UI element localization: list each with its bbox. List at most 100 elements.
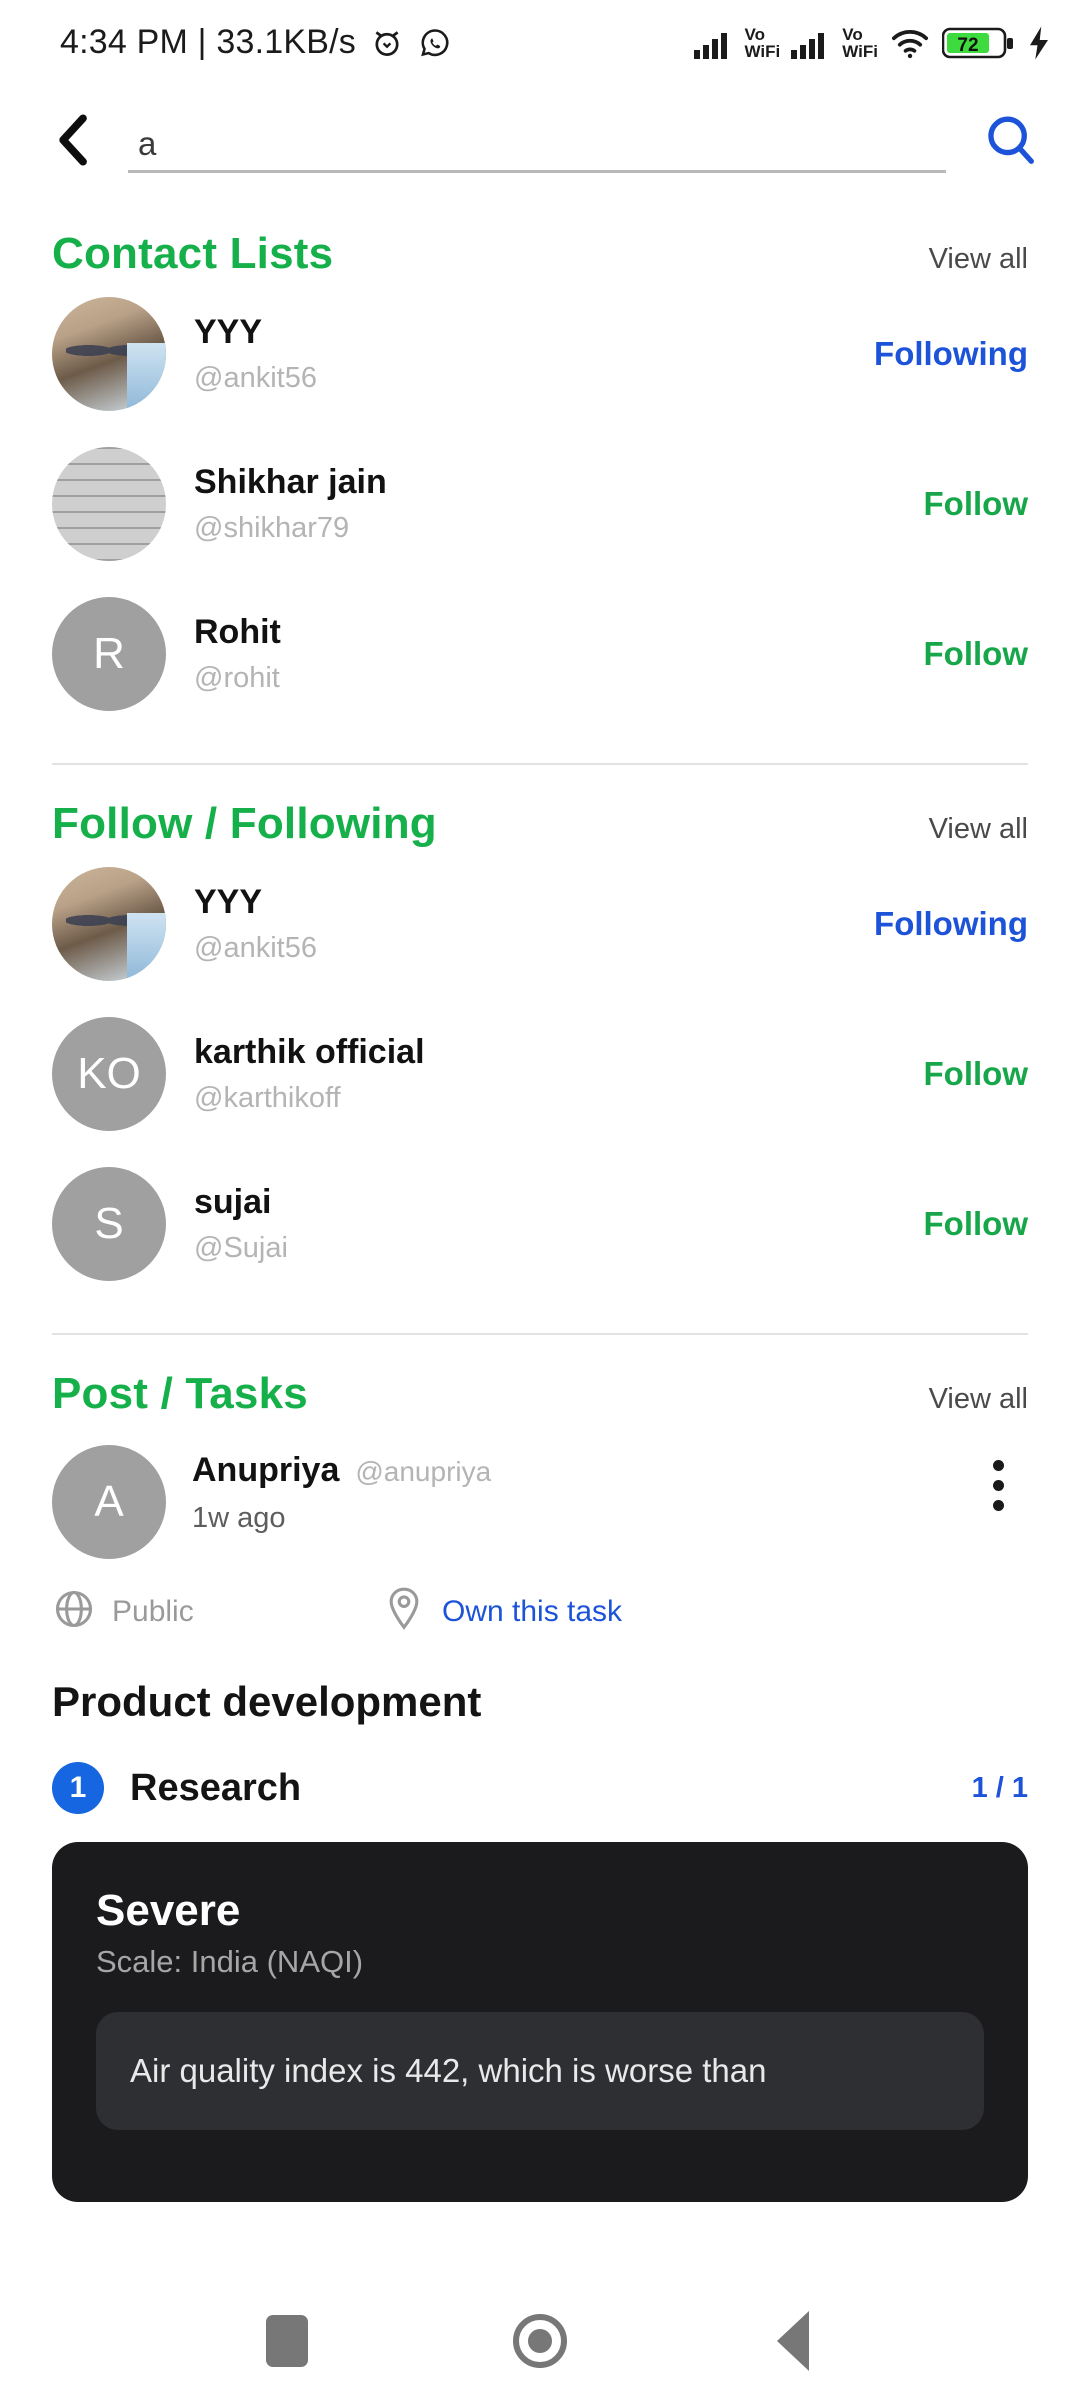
- view-all-follow-following[interactable]: View all: [929, 813, 1028, 846]
- status-bar: 4:34 PM | 33.1KB/s Vo WiFi Vo WiFi 72: [0, 0, 1080, 85]
- step-count: 1 / 1: [971, 1771, 1028, 1804]
- avatar[interactable]: R: [52, 597, 166, 711]
- globe-icon: [52, 1587, 96, 1636]
- task-step-row[interactable]: 1 Research 1 / 1: [0, 1726, 1080, 1814]
- user-name: karthik official: [194, 1033, 425, 1071]
- user-name: sujai: [194, 1183, 272, 1221]
- avatar[interactable]: A: [52, 1445, 166, 1559]
- android-navigation-bar: [0, 2282, 1080, 2400]
- post-author-name[interactable]: Anupriya: [192, 1451, 339, 1490]
- status-bar-right: Vo WiFi Vo WiFi 72: [693, 25, 1052, 61]
- status-clock-and-network-speed: 4:34 PM | 33.1KB/s: [60, 23, 356, 61]
- air-quality-card[interactable]: Severe Scale: India (NAQI) Air quality i…: [52, 1842, 1028, 2202]
- user-meta: sujai @Sujai: [194, 1183, 896, 1265]
- user-meta: Shikhar jain @shikhar79: [194, 463, 896, 545]
- step-number-badge: 1: [52, 1762, 104, 1814]
- post-author-block: Anupriya @anupriya 1w ago: [192, 1445, 942, 1535]
- kebab-menu-icon[interactable]: [968, 1445, 1028, 1525]
- search-input[interactable]: a: [128, 107, 946, 173]
- section-header-contact-lists: Contact Lists View all: [0, 195, 1080, 279]
- search-bar: a: [0, 85, 1080, 195]
- view-all-post-tasks[interactable]: View all: [929, 1383, 1028, 1416]
- user-name: YYY: [194, 883, 263, 921]
- wifi-icon: [888, 26, 932, 60]
- avatar-initials: A: [94, 1477, 124, 1526]
- own-this-task-label[interactable]: Own this task: [442, 1595, 622, 1629]
- aqi-description-panel: Air quality index is 442, which is worse…: [96, 2012, 984, 2130]
- user-handle: @shikhar79: [194, 512, 350, 544]
- follow-button[interactable]: Follow: [924, 485, 1028, 523]
- back-chevron-icon[interactable]: [46, 108, 102, 172]
- avatar-initials: KO: [77, 1049, 141, 1098]
- post-meta-row: Public Own this task: [0, 1559, 1080, 1638]
- volte-label-sim1: Vo WiFi: [745, 26, 781, 60]
- list-item[interactable]: KO karthik official @karthikoff Follow: [0, 999, 1080, 1149]
- status-bar-left: 4:34 PM | 33.1KB/s: [60, 23, 452, 62]
- follow-button[interactable]: Follow: [924, 1055, 1028, 1093]
- user-handle: @karthikoff: [194, 1082, 341, 1114]
- volte-bottom-sim2: WiFi: [842, 41, 878, 61]
- battery-icon: 72: [942, 25, 1016, 61]
- volte-top-sim1: Vo: [744, 24, 765, 44]
- user-name: YYY: [194, 313, 263, 351]
- list-item[interactable]: Shikhar jain @shikhar79 Follow: [0, 429, 1080, 579]
- view-all-contact-lists[interactable]: View all: [929, 243, 1028, 276]
- aqi-level: Severe: [96, 1886, 241, 1935]
- user-handle: @rohit: [194, 662, 280, 694]
- avatar[interactable]: [52, 447, 166, 561]
- section-title-contact-lists: Contact Lists: [52, 229, 334, 278]
- follow-button[interactable]: Following: [874, 905, 1028, 943]
- avatar[interactable]: KO: [52, 1017, 166, 1131]
- signal-bars-sim2-icon: [790, 27, 832, 59]
- back-triangle-icon[interactable]: [748, 2296, 838, 2386]
- location-pin-icon: [382, 1585, 426, 1638]
- charging-bolt-icon: [1026, 25, 1052, 61]
- user-name: Shikhar jain: [194, 463, 387, 501]
- post-timestamp: 1w ago: [192, 1502, 286, 1534]
- signal-bars-sim1-icon: [693, 27, 735, 59]
- list-item[interactable]: R Rohit @rohit Follow: [0, 579, 1080, 729]
- avatar[interactable]: S: [52, 1167, 166, 1281]
- user-handle: @Sujai: [194, 1232, 288, 1264]
- whatsapp-icon: [418, 26, 452, 60]
- section-header-follow-following: Follow / Following View all: [0, 765, 1080, 849]
- volte-top-sim2: Vo: [842, 24, 863, 44]
- post-author-line: Anupriya @anupriya: [192, 1451, 942, 1490]
- recents-square-icon[interactable]: [242, 2296, 332, 2386]
- volte-label-sim2: Vo WiFi: [842, 26, 878, 60]
- follow-button[interactable]: Follow: [924, 635, 1028, 673]
- own-this-task[interactable]: Own this task: [382, 1585, 622, 1638]
- alarm-icon: [370, 26, 404, 60]
- step-name: Research: [130, 1766, 302, 1809]
- svg-text:72: 72: [957, 35, 978, 56]
- user-meta: Rohit @rohit: [194, 613, 896, 695]
- section-title-follow-following: Follow / Following: [52, 799, 437, 848]
- list-item[interactable]: YYY @ankit56 Following: [0, 279, 1080, 429]
- volte-bottom-sim1: WiFi: [744, 41, 781, 61]
- search-icon[interactable]: [978, 107, 1044, 173]
- search-input-value: a: [138, 125, 157, 162]
- user-name: Rohit: [194, 613, 281, 651]
- post-visibility: Public: [52, 1587, 382, 1636]
- aqi-scale: Scale: India (NAQI): [96, 1944, 364, 1979]
- home-circle-icon[interactable]: [495, 2296, 585, 2386]
- list-item[interactable]: S sujai @Sujai Follow: [0, 1149, 1080, 1299]
- follow-button[interactable]: Following: [874, 335, 1028, 373]
- user-handle: @ankit56: [194, 932, 317, 964]
- user-meta: YYY @ankit56: [194, 883, 846, 965]
- avatar[interactable]: [52, 297, 166, 411]
- avatar-initials: S: [94, 1199, 124, 1248]
- list-item[interactable]: YYY @ankit56 Following: [0, 849, 1080, 999]
- page-title: Product development: [52, 1678, 482, 1725]
- user-meta: karthik official @karthikoff: [194, 1033, 896, 1115]
- post-header: A Anupriya @anupriya 1w ago: [0, 1419, 1080, 1559]
- avatar[interactable]: [52, 867, 166, 981]
- aqi-description: Air quality index is 442, which is worse…: [130, 2052, 767, 2089]
- section-header-post-tasks: Post / Tasks View all: [0, 1335, 1080, 1419]
- user-meta: YYY @ankit56: [194, 313, 846, 395]
- post-visibility-label: Public: [112, 1594, 194, 1628]
- avatar-initials: R: [93, 629, 125, 678]
- post-author-handle: @anupriya: [355, 1456, 492, 1487]
- follow-button[interactable]: Follow: [924, 1205, 1028, 1243]
- user-handle: @ankit56: [194, 362, 317, 394]
